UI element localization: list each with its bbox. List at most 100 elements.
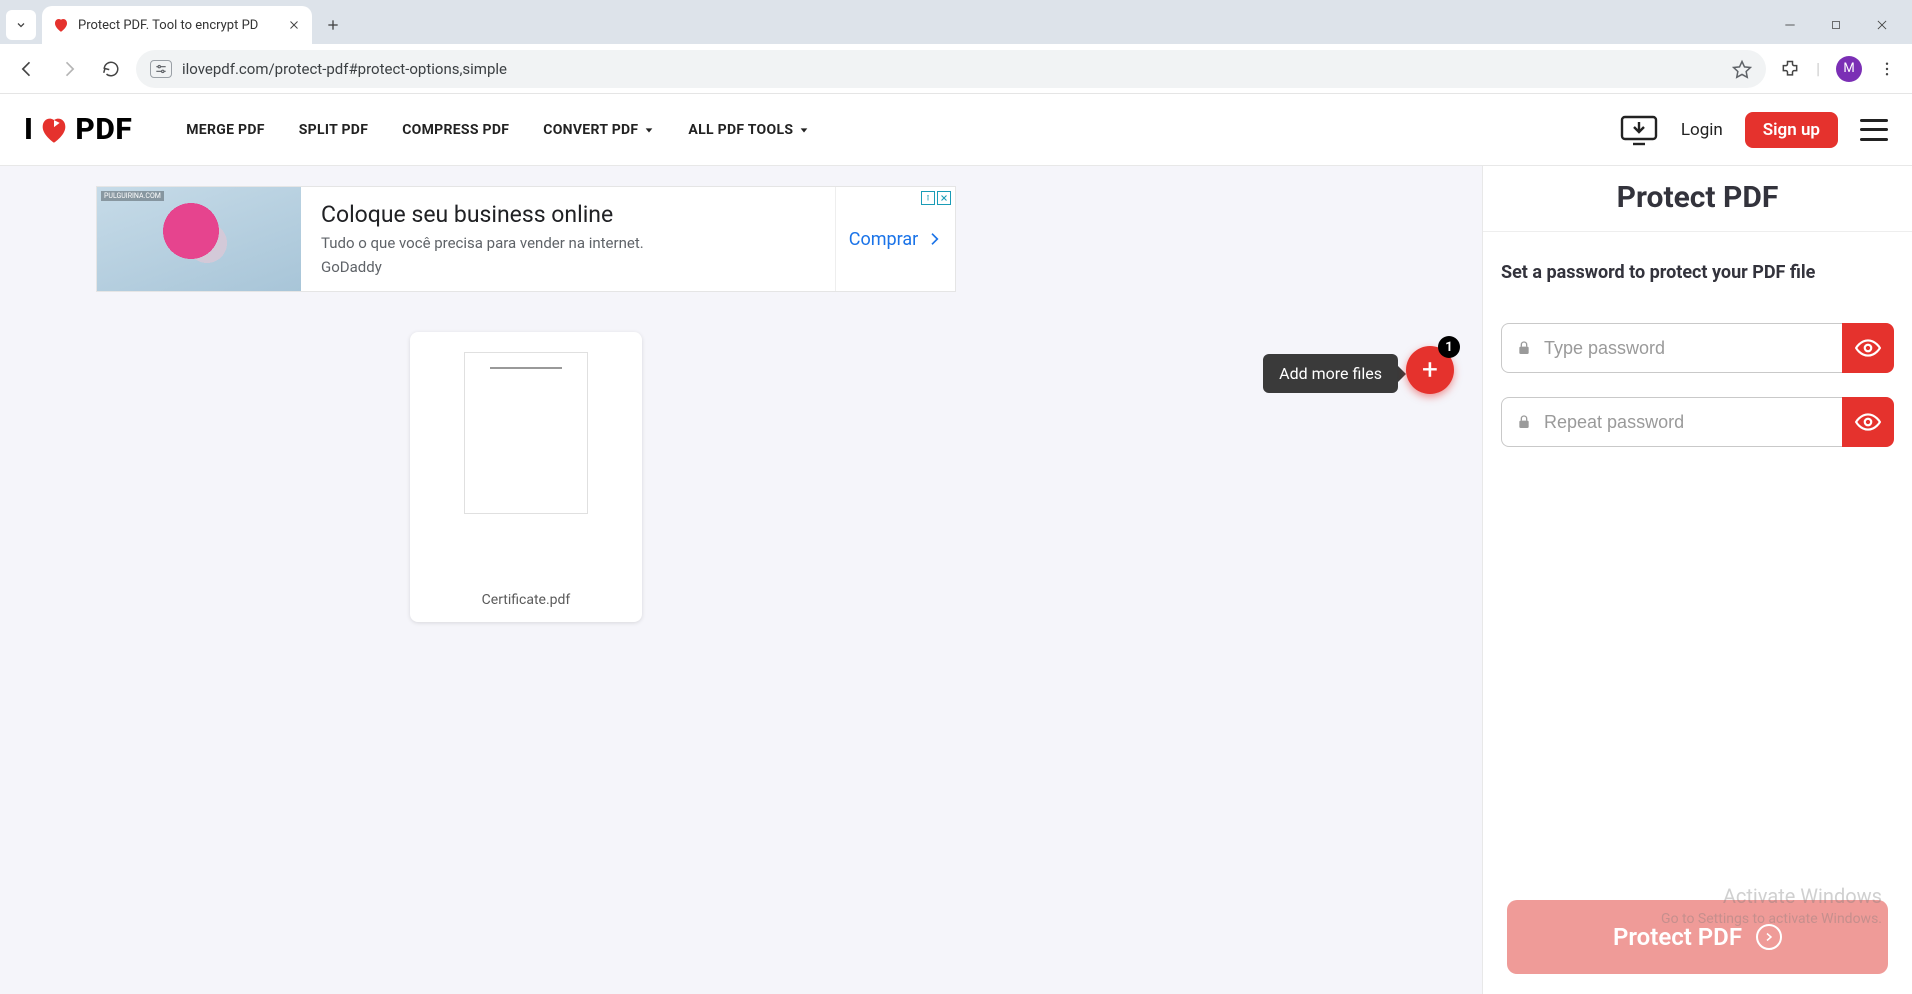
maximize-icon <box>1830 19 1842 31</box>
close-window-button[interactable] <box>1872 15 1892 35</box>
password-input-wrapper <box>1501 323 1842 373</box>
nav-link-label: CONVERT PDF <box>543 122 638 138</box>
caret-down-icon <box>799 125 809 135</box>
minimize-icon <box>1783 18 1797 32</box>
menu-button[interactable] <box>1860 119 1888 141</box>
ad-text: Coloque seu business online Tudo o que v… <box>301 187 835 291</box>
tab-close-button[interactable] <box>286 17 302 33</box>
plus-icon <box>325 17 341 33</box>
content: PULGUIRINA.COM Coloque seu business onli… <box>0 166 1912 994</box>
url-field[interactable]: ilovepdf.com/protect-pdf#protect-options… <box>136 50 1766 88</box>
ad-info-icon[interactable] <box>921 191 935 205</box>
minimize-button[interactable] <box>1780 15 1800 35</box>
nav-split[interactable]: SPLIT PDF <box>299 122 368 138</box>
add-more-wrapper: Add more files + 1 <box>1406 346 1454 394</box>
header-actions: Login Sign up <box>1619 112 1888 148</box>
file-name: Certificate.pdf <box>482 592 571 608</box>
heart-icon <box>37 113 71 147</box>
window-controls <box>1780 15 1906 35</box>
site-settings-button[interactable] <box>150 60 172 78</box>
login-link[interactable]: Login <box>1681 120 1723 140</box>
ad-subtitle: Tudo o que você precisa para vender na i… <box>321 234 815 252</box>
nav-convert[interactable]: CONVERT PDF <box>543 122 654 138</box>
heart-icon <box>52 16 70 34</box>
panel-body: Set a password to protect your PDF file <box>1483 232 1912 900</box>
main-navigation: MERGE PDF SPLIT PDF COMPRESS PDF CONVERT… <box>186 122 809 138</box>
site-header: I PDF MERGE PDF SPLIT PDF COMPRESS PDF C… <box>0 94 1912 166</box>
logo-text-prefix: I <box>24 112 33 147</box>
file-count-badge: 1 <box>1438 336 1460 358</box>
extensions-icon[interactable] <box>1780 59 1800 79</box>
tab-strip: Protect PDF. Tool to encrypt PD <box>0 0 1912 44</box>
ad-badges <box>921 191 951 205</box>
advertisement[interactable]: PULGUIRINA.COM Coloque seu business onli… <box>96 186 956 292</box>
repeat-password-input[interactable] <box>1544 412 1828 433</box>
toggle-password-visibility[interactable] <box>1842 323 1894 373</box>
browser-chrome: Protect PDF. Tool to encrypt PD <box>0 0 1912 94</box>
back-button[interactable] <box>10 52 44 86</box>
nav-link-label: ALL PDF TOOLS <box>688 122 793 138</box>
add-more-tooltip: Add more files <box>1263 354 1398 393</box>
reload-button[interactable] <box>94 52 128 86</box>
kebab-menu-icon[interactable] <box>1878 60 1896 78</box>
eye-icon <box>1855 413 1881 431</box>
lock-icon <box>1516 339 1532 357</box>
ad-image: PULGUIRINA.COM <box>97 187 301 291</box>
plus-icon: + <box>1422 356 1438 384</box>
ad-title: Coloque seu business online <box>321 201 815 228</box>
close-icon <box>288 19 300 31</box>
reload-icon <box>102 60 120 78</box>
repeat-password-input-wrapper <box>1501 397 1842 447</box>
signup-label: Sign up <box>1763 120 1820 140</box>
file-thumbnail <box>464 352 588 514</box>
toggle-repeat-visibility[interactable] <box>1842 397 1894 447</box>
nav-link-label: MERGE PDF <box>186 122 265 138</box>
options-panel: Protect PDF Set a password to protect yo… <box>1482 166 1912 994</box>
protect-button[interactable]: Protect PDF <box>1507 900 1888 974</box>
password-row <box>1501 323 1894 373</box>
new-tab-button[interactable] <box>318 10 348 40</box>
desktop-download-icon[interactable] <box>1619 114 1659 146</box>
tab-search-button[interactable] <box>6 10 36 40</box>
url-text: ilovepdf.com/protect-pdf#protect-options… <box>182 60 507 78</box>
nav-link-label: SPLIT PDF <box>299 122 368 138</box>
chevron-down-icon <box>15 19 27 31</box>
forward-button[interactable] <box>52 52 86 86</box>
add-files-button[interactable]: + 1 <box>1406 346 1454 394</box>
main-area: PULGUIRINA.COM Coloque seu business onli… <box>0 166 1482 994</box>
panel-instruction: Set a password to protect your PDF file <box>1501 262 1894 283</box>
nav-compress[interactable]: COMPRESS PDF <box>402 122 509 138</box>
lock-icon <box>1516 413 1532 431</box>
page: I PDF MERGE PDF SPLIT PDF COMPRESS PDF C… <box>0 94 1912 994</box>
arrow-left-icon <box>17 59 37 79</box>
arrow-circle-icon <box>1756 924 1782 950</box>
avatar-initial: M <box>1843 61 1854 76</box>
repeat-password-row <box>1501 397 1894 447</box>
arrow-right-icon <box>59 59 79 79</box>
signup-button[interactable]: Sign up <box>1745 112 1838 148</box>
browser-tab[interactable]: Protect PDF. Tool to encrypt PD <box>42 6 312 44</box>
logo[interactable]: I PDF <box>24 112 132 147</box>
password-input[interactable] <box>1544 338 1828 359</box>
profile-avatar[interactable]: M <box>1836 56 1862 82</box>
nav-link-label: COMPRESS PDF <box>402 122 509 138</box>
ad-brand: GoDaddy <box>321 258 815 276</box>
eye-icon <box>1855 339 1881 357</box>
chevron-right-icon <box>926 231 942 247</box>
maximize-button[interactable] <box>1826 15 1846 35</box>
action-area: Activate Windows Go to Settings to activ… <box>1483 900 1912 974</box>
ad-close-icon[interactable] <box>937 191 951 205</box>
address-bar: ilovepdf.com/protect-pdf#protect-options… <box>0 44 1912 94</box>
file-card[interactable]: Certificate.pdf <box>410 332 642 622</box>
star-icon[interactable] <box>1732 59 1752 79</box>
protect-button-label: Protect PDF <box>1613 923 1742 951</box>
login-label: Login <box>1681 120 1723 140</box>
panel-title: Protect PDF <box>1483 180 1912 215</box>
close-icon <box>1875 18 1889 32</box>
nav-merge[interactable]: MERGE PDF <box>186 122 265 138</box>
panel-header: Protect PDF <box>1483 166 1912 232</box>
nav-all-tools[interactable]: ALL PDF TOOLS <box>688 122 809 138</box>
caret-down-icon <box>644 125 654 135</box>
ad-cta-label: Comprar <box>849 229 919 250</box>
ad-watermark: PULGUIRINA.COM <box>101 191 164 201</box>
